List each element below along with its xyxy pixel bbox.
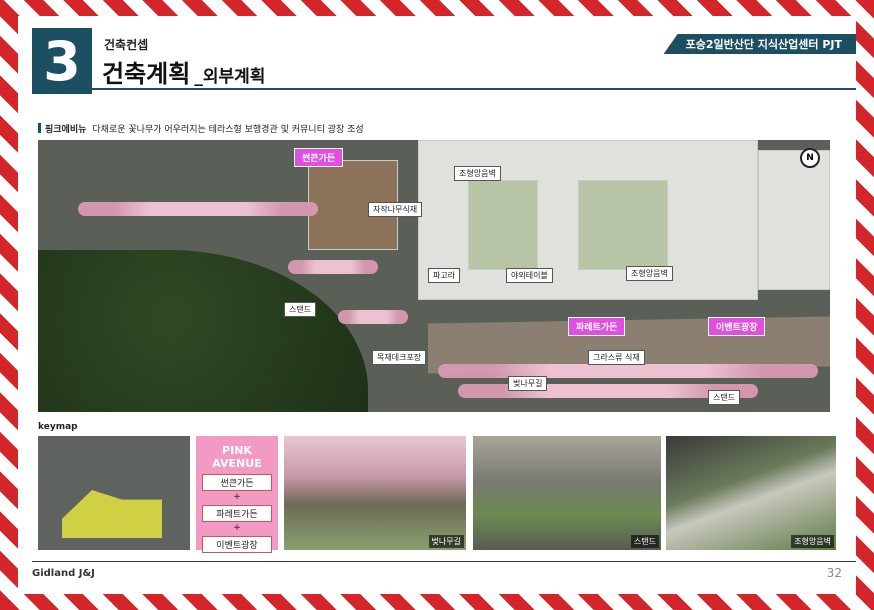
north-arrow-icon: N (800, 148, 820, 168)
title-sub: _외부계획 (194, 67, 266, 87)
cherry-tree-row (438, 364, 818, 378)
pink-avenue-heading-line1: PINK (222, 444, 252, 457)
photo-cherry-road: 벚나무길 (284, 436, 466, 550)
header-divider (32, 88, 856, 90)
pink-avenue-item: 파레트가든 (202, 505, 272, 522)
title-main: 건축계획 (102, 60, 191, 88)
roof-garden (578, 180, 668, 270)
photo-sculpture-wall: 조형앙음벽 (666, 436, 836, 550)
callout-cherry-road: 벚나무길 (508, 376, 548, 391)
photo-stand: 스탠드 (473, 436, 661, 550)
project-tag: 포승2일반산단 지식산업센터 PJT (663, 34, 856, 54)
photo-caption: 벚나무길 (428, 535, 464, 548)
keymap-label: keymap (38, 422, 78, 432)
tag-sunken-garden: 썬큰가든 (294, 148, 344, 167)
building-wing (758, 150, 830, 290)
footer-divider (32, 561, 856, 562)
roof-garden (468, 180, 538, 270)
section-bar-icon (38, 123, 41, 133)
photo-caption: 조형앙음벽 (791, 535, 834, 548)
callout-stand: 스탠드 (284, 302, 317, 317)
callout-birch-planting: 자작나무식재 (368, 202, 423, 217)
callout-stand-2: 스탠드 (708, 390, 741, 405)
callout-pergola: 파고라 (428, 268, 461, 283)
photo-caption: 스탠드 (630, 535, 659, 548)
keymap-image (38, 436, 190, 550)
section-label: 핑크에비뉴 (45, 125, 87, 135)
section-number: 3 (32, 28, 92, 94)
callout-sculpture-wall-2: 조형앙음벽 (626, 266, 673, 281)
tag-palette-garden: 파레트가든 (568, 317, 626, 336)
callout-grass-planting: 그라스류 식재 (588, 350, 645, 365)
plus-sign: + (233, 492, 241, 502)
callout-outdoor-table: 야외테이블 (506, 268, 553, 283)
keymap-highlight (62, 490, 162, 538)
site-plan-image: N 썬큰가든 파레트가든 이벤트광장 조형앙음벽 자작나무식재 파고라 야외테이… (38, 140, 830, 412)
plus-sign: + (233, 523, 241, 533)
cherry-tree-row (78, 202, 318, 216)
page-subtitle: 건축컨셉 (104, 38, 149, 52)
page-number: 32 (826, 566, 842, 580)
pink-avenue-box: PINK AVENUE 썬큰가든 + 파레트가든 + 이벤트광장 (196, 436, 278, 553)
document-page: 3 건축컨셉 건축계획 _외부계획 포승2일반산단 지식산업센터 PJT 핑크에비… (18, 16, 856, 594)
callout-wood-deck: 목재데크포장 (372, 350, 427, 365)
company-name: Gidland J&J (32, 568, 95, 579)
pink-avenue-item: 썬큰가든 (202, 474, 272, 491)
cherry-tree-row (338, 310, 408, 324)
pink-avenue-item: 이벤트광장 (202, 536, 272, 553)
section-description: 다채로운 꽃나무가 어우러지는 테라스형 보행경관 및 커뮤니티 광장 조성 (92, 125, 364, 135)
section-heading: 핑크에비뉴 다채로운 꽃나무가 어우러지는 테라스형 보행경관 및 커뮤니티 광장… (38, 122, 364, 135)
tag-event-plaza: 이벤트광장 (708, 317, 766, 336)
page-title: 건축계획 _외부계획 (102, 54, 265, 89)
cherry-tree-row (288, 260, 378, 274)
pink-avenue-heading: PINK AVENUE (196, 444, 278, 470)
forest-area (38, 250, 368, 412)
callout-sculpture-wall: 조형앙음벽 (454, 166, 501, 181)
pink-avenue-heading-line2: AVENUE (212, 457, 262, 470)
